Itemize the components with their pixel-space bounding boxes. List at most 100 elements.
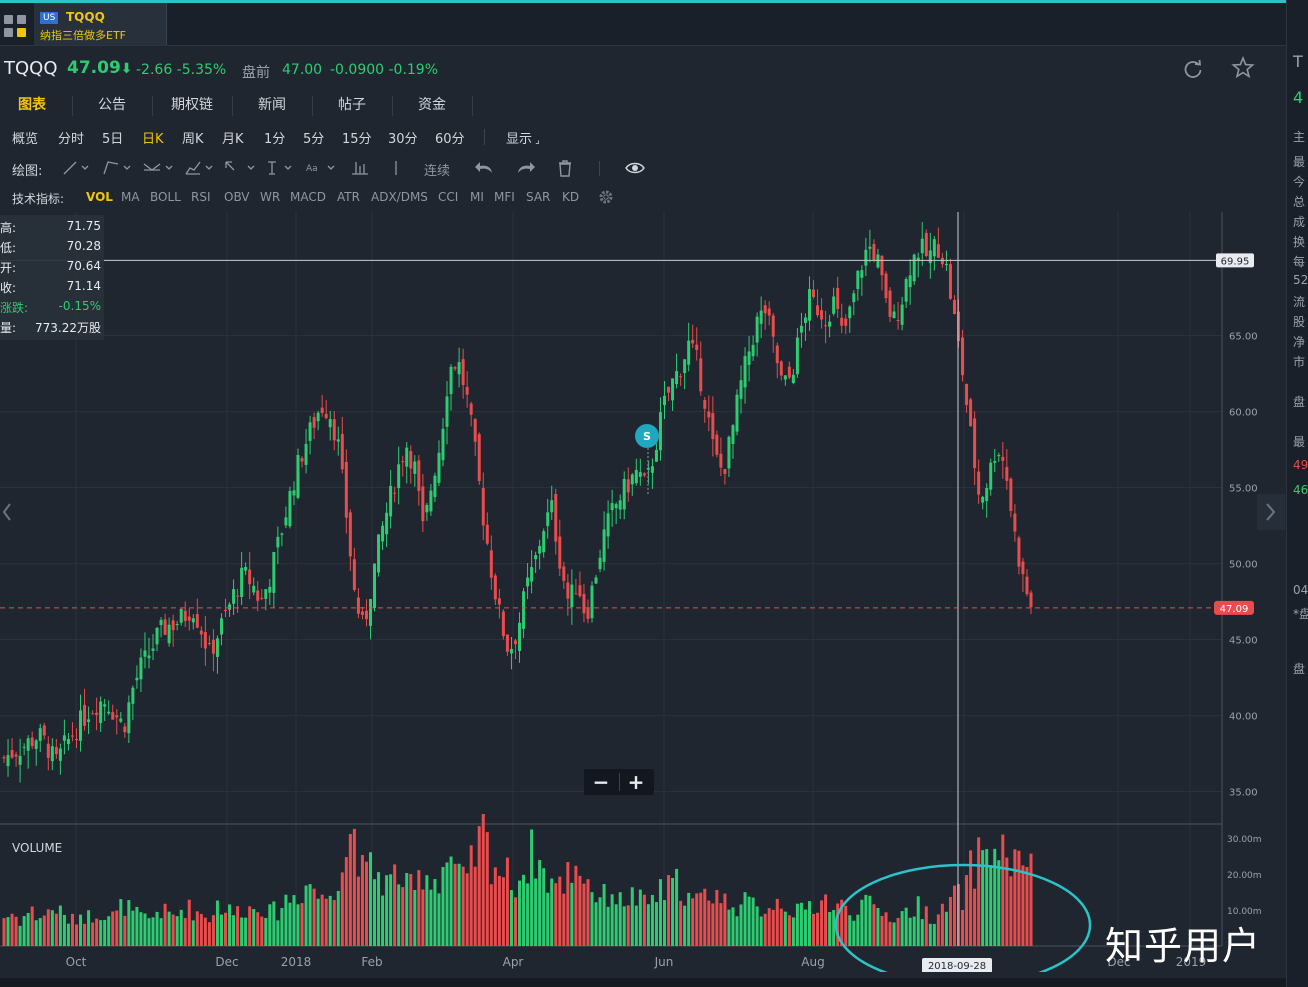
volume-bar [312,888,316,946]
display-menu[interactable]: 显示 ⌟ [506,128,540,147]
volume-bar [356,876,360,946]
period-weekly[interactable]: 周K [182,128,204,147]
app-grid-icon[interactable] [4,15,28,39]
tab-news[interactable]: 新闻 [244,92,300,120]
indicator-cci[interactable]: CCI [438,190,458,204]
indicator-adx-dms[interactable]: ADX/DMS [371,190,428,204]
price-tick-label: 35.00 [1229,788,1258,799]
candle-body [691,339,695,344]
period-monthly[interactable]: 月K [222,128,244,147]
candle-body [256,590,260,601]
drawing-tools: Aa [63,161,397,175]
indicator-boll[interactable]: BOLL [150,190,181,204]
period-5d[interactable]: 5日 [102,128,123,147]
candle-body [224,609,228,612]
period-daily[interactable]: 日K [142,128,164,147]
indicator-mfi[interactable]: MFI [494,190,515,204]
indicator-kd[interactable]: KD [562,190,579,204]
period-divider [484,129,485,145]
volume-bar [522,874,526,946]
candle-body [522,591,526,629]
eye-icon[interactable] [624,158,646,178]
volume-bar [54,913,58,946]
gear-icon[interactable] [597,188,615,206]
period-1min[interactable]: 1分 [264,128,285,147]
candle-body [348,512,352,557]
period-15min[interactable]: 15分 [342,128,372,147]
period-overview[interactable]: 概览 [12,128,38,147]
indicator-vol[interactable]: VOL [86,190,113,204]
volume-bar [87,910,91,946]
refresh-icon[interactable] [1182,58,1204,80]
candle-body [252,585,256,593]
indicator-rsi[interactable]: RSI [191,190,211,204]
tab-announcements[interactable]: 公告 [84,92,140,120]
period-5min[interactable]: 5分 [303,128,324,147]
period-60min[interactable]: 60分 [435,128,465,147]
volume-bar [252,909,256,946]
candle-body [211,639,215,654]
candle-body [332,419,336,441]
volume-bar [932,923,936,946]
volume-bar [300,903,304,946]
star-icon[interactable] [1231,56,1255,80]
candle-body [731,425,735,444]
volume-bar [771,909,775,946]
candle-body [989,462,993,490]
indicator-obv[interactable]: OBV [224,190,250,204]
volume-bar [143,913,147,946]
volume-bar [663,900,667,946]
indicator-ma[interactable]: MA [121,190,140,204]
candle-body [219,618,223,635]
candle-body [14,754,18,757]
volume-bar [292,895,296,946]
candle-body [832,296,836,314]
tab-chart[interactable]: 图表 [4,92,60,120]
volume-bar [916,896,920,946]
zoom-out-button[interactable]: − [584,770,618,794]
trash-icon[interactable] [556,158,574,178]
chart-axes: 35.0040.0045.0050.0055.0060.0065.0010.00… [12,332,1262,969]
ohlc-high: 高: 71.75 [0,219,101,235]
candlestick-chart[interactable]: 69.95 2018-09-28 47.09 S 35.00 40.00 45.00 50.… [0,212,1286,972]
indicator-sar[interactable]: SAR [526,190,550,204]
indicator-macd[interactable]: MACD [290,190,326,204]
volume-bar [719,903,723,946]
candle-body [807,289,811,321]
candle-body [91,713,95,715]
volume-bar [46,909,50,946]
period-30min[interactable]: 30分 [388,128,418,147]
period-intraday[interactable]: 分时 [58,128,84,147]
candle-body [477,434,481,482]
volume-bar [948,896,952,946]
volume-bar [1017,850,1021,946]
time-tick-label: Apr [503,955,524,969]
candle-body [836,287,840,309]
volume-bar [667,875,671,946]
volume-bar [211,915,215,946]
continuous-toggle[interactable]: 连续 [424,160,450,179]
candle-body [803,317,807,323]
candle-body [876,254,880,268]
tab-capital-flow[interactable]: 资金 [404,92,460,120]
redo-icon[interactable] [514,158,536,178]
indicator-wr[interactable]: WR [260,190,280,204]
volume-bar [70,913,74,946]
candle-body [340,433,344,470]
right-panel-text: 成 [1293,215,1306,229]
undo-icon[interactable] [474,158,496,178]
indicator-atr[interactable]: ATR [337,190,360,204]
volume-bar [985,849,989,946]
candle-body [46,743,50,758]
candle-body [767,308,771,316]
quote-price: 47.09⬇ [67,58,133,78]
tab-posts[interactable]: 帖子 [324,92,380,120]
zoom-in-button[interactable]: + [619,770,653,794]
candle-body [203,632,207,649]
tab-tqqq[interactable]: US TQQQ 纳指三倍做多ETF [34,3,167,45]
tab-options-chain[interactable]: 期权链 [160,92,224,120]
candle-body [74,738,78,741]
indicator-mi[interactable]: MI [470,190,484,204]
candle-body [534,555,538,560]
volume-bar [884,912,888,946]
